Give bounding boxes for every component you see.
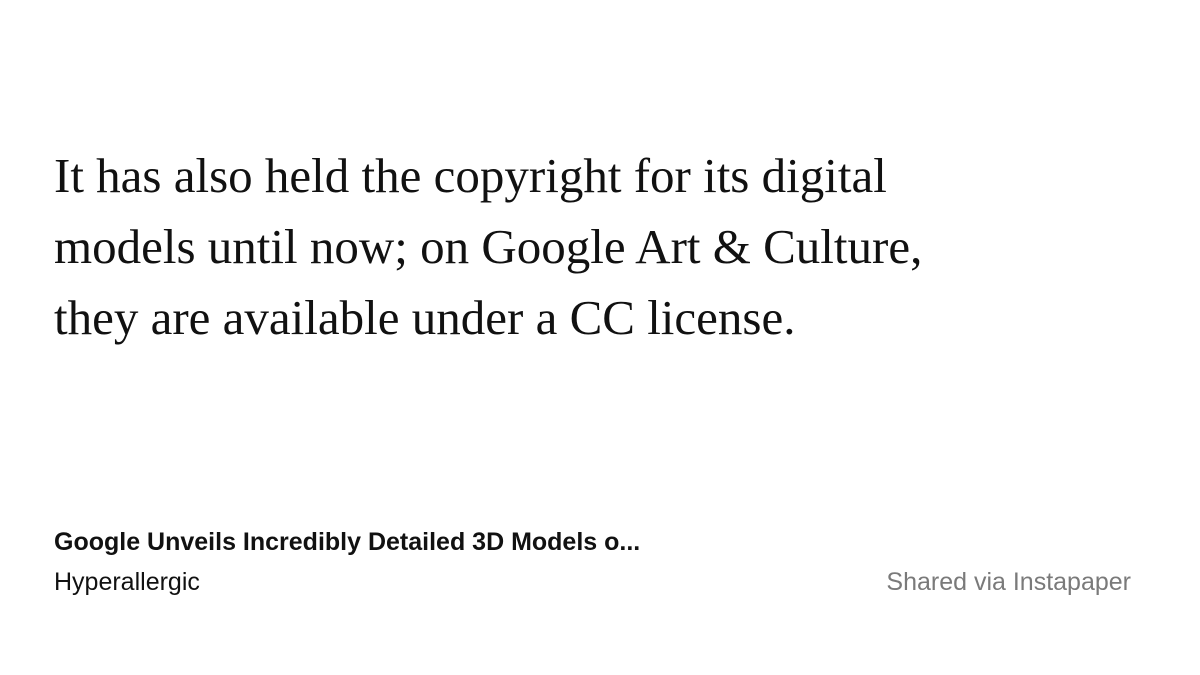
quote-line: models until now; on Google Art & Cultur… xyxy=(54,219,923,274)
quote-line: they are available under a CC license. xyxy=(54,290,796,345)
card-footer: Google Unveils Incredibly Detailed 3D Mo… xyxy=(54,520,1131,610)
highlighted-quote: It has also held the copyright for its d… xyxy=(54,140,1154,353)
article-title[interactable]: Google Unveils Incredibly Detailed 3D Mo… xyxy=(54,524,640,560)
instapaper-share-card: It has also held the copyright for its d… xyxy=(0,0,1200,675)
quote-line: It has also held the copyright for its d… xyxy=(54,148,887,203)
shared-via-attribution: Shared via Instapaper xyxy=(886,568,1131,596)
article-source: Hyperallergic xyxy=(54,568,200,596)
